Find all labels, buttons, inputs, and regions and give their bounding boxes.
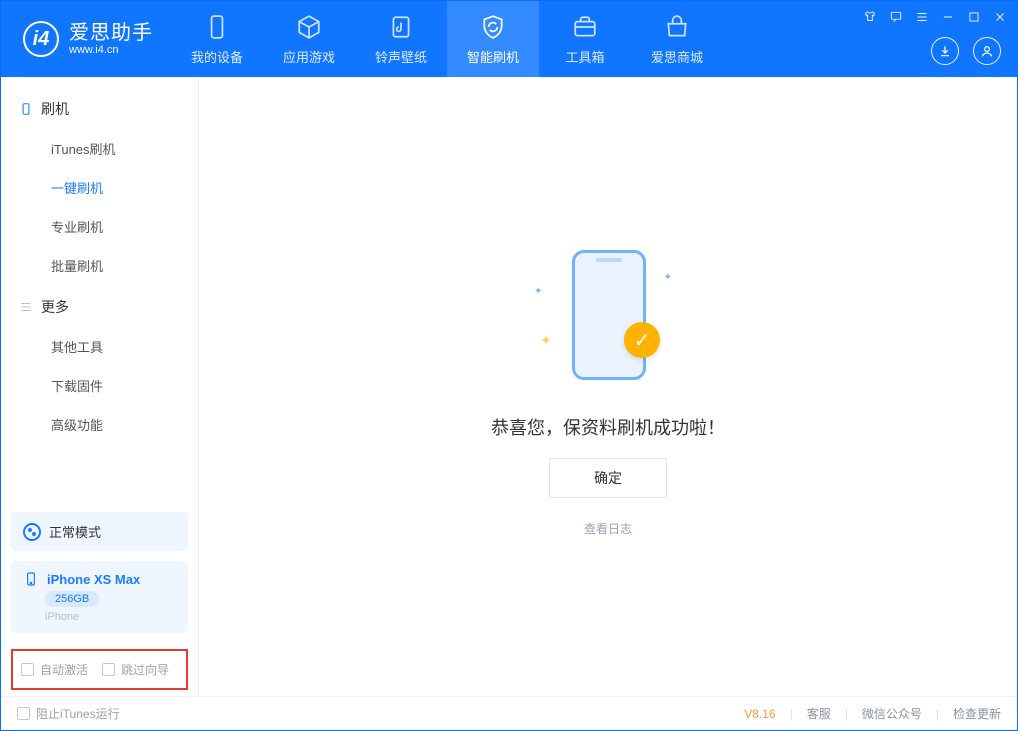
tshirt-icon[interactable] [863,10,877,24]
sidebar-group-more: 更多 [1,285,198,327]
logo: i4 爱思助手 www.i4.cn [1,1,171,77]
titlebar: i4 爱思助手 www.i4.cn 我的设备 应用游戏 铃声壁纸 智能刷机 [1,1,1017,77]
main-content: ✦ ✦ ✦ ✓ 恭喜您，保资料刷机成功啦！ 确定 查看日志 [199,77,1017,696]
device-mode-block[interactable]: 正常模式 [11,512,188,551]
music-file-icon [387,13,415,41]
sidebar-item-advanced[interactable]: 高级功能 [1,405,198,444]
sparkle-icon: ✦ [534,286,542,297]
ok-button[interactable]: 确定 [549,458,667,498]
app-window: i4 爱思助手 www.i4.cn 我的设备 应用游戏 铃声壁纸 智能刷机 [0,0,1018,731]
menu-icon[interactable] [915,10,929,24]
logo-icon: i4 [23,21,59,57]
window-controls [863,7,1007,27]
device-type: iPhone [45,611,176,623]
device-icon [23,571,39,587]
mode-icon [23,523,41,541]
download-icon[interactable] [931,37,959,65]
sparkle-icon: ✦ [664,272,672,283]
user-icon[interactable] [973,37,1001,65]
tab-apps-games[interactable]: 应用游戏 [263,1,355,77]
sidebar-item-pro-flash[interactable]: 专业刷机 [1,207,198,246]
tab-smart-flash[interactable]: 智能刷机 [447,1,539,77]
list-icon [19,300,33,314]
checkbox-block-itunes[interactable]: 阻止iTunes运行 [17,705,120,722]
sidebar-group-flash: 刷机 [1,87,198,129]
tab-store[interactable]: 爱思商城 [631,1,723,77]
wechat-link[interactable]: 微信公众号 [862,705,922,722]
phone-illustration-icon [572,250,646,380]
shop-icon [663,13,691,41]
feedback-icon[interactable] [889,10,903,24]
cube-icon [295,13,323,41]
sidebar-item-oneclick-flash[interactable]: 一键刷机 [1,168,198,207]
device-info-block[interactable]: iPhone XS Max 256GB iPhone [11,561,188,633]
app-subtitle: www.i4.cn [69,44,153,56]
status-bar: 阻止iTunes运行 V8.16 | 客服 | 微信公众号 | 检查更新 [1,696,1017,730]
checkbox-skip-guide[interactable]: 跳过向导 [102,661,169,678]
shield-refresh-icon [479,13,507,41]
briefcase-icon [571,13,599,41]
success-illustration: ✦ ✦ ✦ ✓ [528,236,688,396]
tab-ringtone-wallpaper[interactable]: 铃声壁纸 [355,1,447,77]
checkbox-icon [21,663,34,676]
sidebar: 刷机 iTunes刷机 一键刷机 专业刷机 批量刷机 更多 其他工具 下载固件 … [1,77,199,696]
checkbox-icon [17,707,30,720]
sidebar-item-itunes-flash[interactable]: iTunes刷机 [1,129,198,168]
sparkle-icon: ✦ [540,332,552,349]
device-name: iPhone XS Max [47,572,140,587]
sidebar-item-download-firmware[interactable]: 下载固件 [1,366,198,405]
tab-my-device[interactable]: 我的设备 [171,1,263,77]
sidebar-item-other-tools[interactable]: 其他工具 [1,327,198,366]
close-icon[interactable] [993,10,1007,24]
minimize-icon[interactable] [941,10,955,24]
phone-icon [203,13,231,41]
bottom-options-highlight: 自动激活 跳过向导 [11,649,188,690]
device-mode-label: 正常模式 [49,522,101,541]
sidebar-item-batch-flash[interactable]: 批量刷机 [1,246,198,285]
view-log-link[interactable]: 查看日志 [584,520,632,537]
success-message: 恭喜您，保资料刷机成功啦！ [491,414,725,440]
phone-small-icon [19,102,33,116]
check-circle-icon: ✓ [624,322,660,358]
app-title: 爱思助手 [69,22,153,44]
tab-toolbox[interactable]: 工具箱 [539,1,631,77]
device-storage-badge: 256GB [45,591,99,607]
check-update-link[interactable]: 检查更新 [953,705,1001,722]
checkbox-auto-activate[interactable]: 自动激活 [21,661,88,678]
customer-service-link[interactable]: 客服 [807,705,831,722]
version-label: V8.16 [744,707,775,721]
maximize-icon[interactable] [967,10,981,24]
main-tabs: 我的设备 应用游戏 铃声壁纸 智能刷机 工具箱 爱思商城 [171,1,723,77]
checkbox-icon [102,663,115,676]
